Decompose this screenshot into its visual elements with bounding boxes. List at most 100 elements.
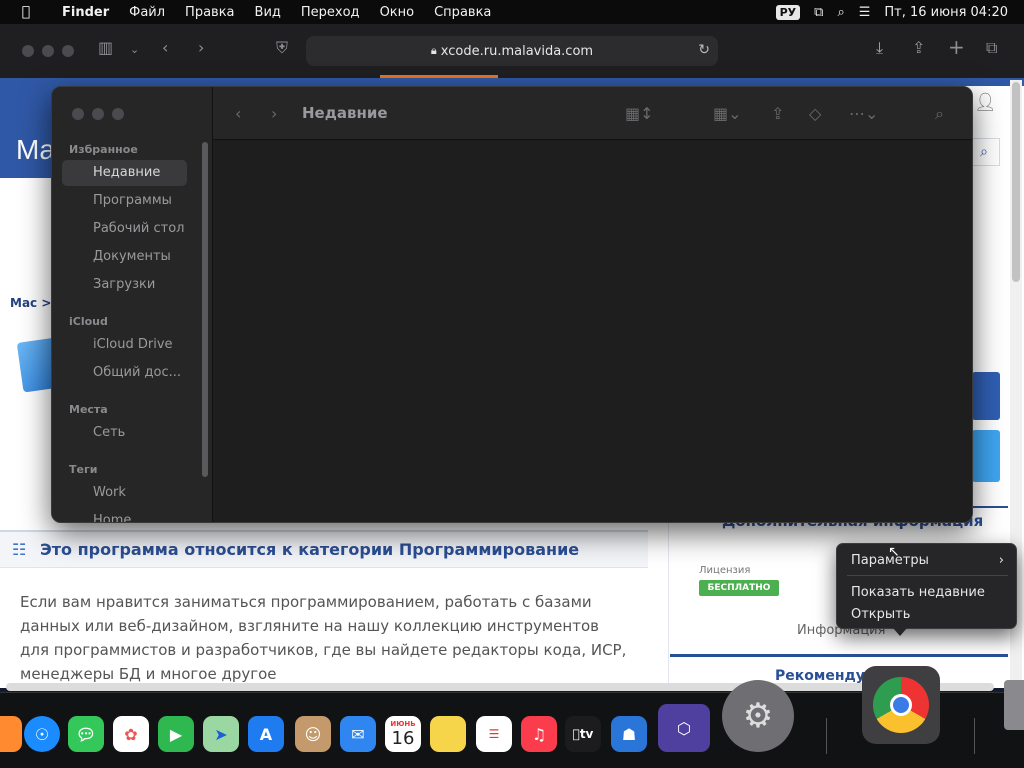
menu-separator	[847, 575, 1008, 576]
menu-bar-clock[interactable]: Пт, 16 июня 04:20	[884, 5, 1008, 20]
share-icon[interactable]: ⇪	[912, 38, 925, 57]
dock-context-menu: Параметры › Показать недавние Открыть	[836, 543, 1017, 636]
downloads-icon[interactable]: ⤓	[876, 38, 883, 58]
reload-icon[interactable]: ↻	[698, 42, 710, 58]
spotlight-search-icon[interactable]: ⌕	[837, 5, 844, 20]
dock-music-icon[interactable]: ♫	[521, 716, 557, 752]
scrollbar-thumb[interactable]	[1012, 82, 1020, 282]
menu-edit[interactable]: Правка	[175, 5, 244, 20]
sidebar-item-desktop[interactable]: Рабочий стол	[62, 216, 187, 242]
forward-icon[interactable]: ›	[198, 38, 204, 57]
sidebar-item-shared[interactable]: Общий дос...	[62, 360, 187, 386]
sidebar-item-downloads[interactable]: Загрузки	[62, 272, 187, 298]
menu-bar:  Finder Файл Правка Вид Переход Окно Сп…	[0, 0, 1024, 24]
close-window-icon[interactable]	[22, 45, 34, 57]
dock-launchpad-icon[interactable]	[0, 716, 22, 752]
privacy-shield-icon[interactable]: ⛨	[276, 38, 288, 58]
tab-overview-icon[interactable]: ⧉	[986, 38, 997, 58]
finder-content-area[interactable]	[213, 141, 972, 522]
dock-photos-icon[interactable]: ✿	[113, 716, 149, 752]
context-menu-open[interactable]: Открыть	[851, 607, 910, 622]
group-by-icon[interactable]: ▦⌄	[713, 104, 742, 123]
license-label: Лицензия	[699, 565, 751, 576]
chevron-right-icon: ›	[998, 553, 1004, 568]
finder-window-title: Недавние	[302, 104, 388, 122]
menu-help[interactable]: Справка	[424, 5, 501, 20]
close-window-icon[interactable]	[72, 108, 84, 120]
dock-facetime-icon[interactable]: ▶	[158, 716, 194, 752]
tv-label: tv	[576, 727, 594, 741]
forward-icon[interactable]: ›	[271, 104, 277, 123]
license-badge: БЕСПЛАТНО	[699, 580, 779, 596]
lock-icon: 🔒︎	[430, 44, 437, 57]
site-header-bar	[150, 78, 1024, 86]
minimize-window-icon[interactable]	[42, 45, 54, 57]
calendar-day: 16	[391, 727, 415, 749]
sidebar-toggle-icon[interactable]: ▥	[98, 38, 113, 57]
menu-pointer-tail	[893, 628, 907, 636]
dock-chrome-icon[interactable]	[862, 666, 940, 744]
back-icon[interactable]: ‹	[162, 38, 168, 57]
control-center-icon[interactable]: ☰	[859, 5, 871, 20]
page-horizontal-scrollbar[interactable]	[6, 683, 994, 691]
recommended-heading: Рекоменду	[775, 668, 865, 684]
sidebar-item-documents[interactable]: Документы	[62, 244, 187, 270]
dock-notes-icon[interactable]	[430, 716, 466, 752]
site-logo[interactable]: Ma	[16, 134, 55, 166]
menu-view[interactable]: Вид	[245, 5, 291, 20]
section-divider	[670, 654, 1008, 657]
finder-window-controls	[72, 108, 132, 120]
category-description: Если вам нравится заниматься программиро…	[20, 593, 627, 683]
finder-toolbar: ‹ › Недавние ▦↕ ▦⌄ ⇪ ◇ ⋯⌄ ⌕	[213, 87, 972, 140]
minimize-window-icon[interactable]	[92, 108, 104, 120]
sidebar-item-recents[interactable]: Недавние	[62, 160, 187, 186]
screen-mirroring-icon[interactable]: ⧉	[814, 5, 823, 20]
menu-file[interactable]: Файл	[119, 5, 175, 20]
menu-window[interactable]: Окно	[370, 5, 425, 20]
category-icon: ☷	[12, 540, 27, 559]
user-avatar-icon[interactable]: 👤︎	[974, 92, 997, 113]
search-icon[interactable]: ⌕	[935, 104, 944, 124]
dock-trash-icon[interactable]	[1004, 680, 1024, 730]
dock-mail-icon[interactable]: ✉	[340, 716, 376, 752]
new-tab-icon[interactable]: +	[948, 35, 965, 59]
category-banner: ☷ Это программа относится к категории Пр…	[0, 530, 648, 568]
sidebar-item-network[interactable]: Сеть	[62, 420, 187, 446]
tag-icon[interactable]: ◇	[809, 104, 821, 123]
safari-toolbar: ▥ ⌄ ‹ › ⛨ 🔒︎ xcode.ru.malavida.com ↻ ⤓ ⇪…	[0, 24, 1024, 78]
dock-messages-icon[interactable]: 💬︎	[68, 716, 104, 752]
sidebar-item-tag-work[interactable]: Work	[62, 480, 187, 506]
menu-finder[interactable]: Finder	[52, 5, 119, 20]
chevron-down-icon[interactable]: ⌄	[130, 43, 139, 56]
keyboard-layout-indicator[interactable]: РУ	[775, 4, 801, 20]
context-menu-show-recents[interactable]: Показать недавние	[851, 585, 985, 600]
category-title[interactable]: Это программа относится к категории Прог…	[40, 540, 579, 559]
dock-separator	[974, 718, 975, 754]
back-icon[interactable]: ‹	[235, 104, 241, 123]
safari-window-controls	[22, 45, 82, 57]
zoom-window-icon[interactable]	[112, 108, 124, 120]
dock-safari-icon[interactable]: ☉	[24, 716, 60, 752]
more-actions-icon[interactable]: ⋯⌄	[849, 104, 878, 123]
dock-keynote-icon[interactable]: ☗	[611, 716, 647, 752]
dock-app-store-icon[interactable]: A	[248, 716, 284, 752]
address-bar[interactable]: 🔒︎ xcode.ru.malavida.com ↻	[306, 36, 718, 66]
finder-sidebar: Избранное Недавние Программы Рабочий сто…	[52, 87, 213, 522]
menu-go[interactable]: Переход	[291, 5, 370, 20]
apple-menu-icon[interactable]: 	[0, 4, 52, 20]
breadcrumb[interactable]: Mac >	[10, 296, 51, 310]
dock-maps-icon[interactable]: ➤	[203, 716, 239, 752]
dock-contacts-icon[interactable]: ☺	[295, 716, 331, 752]
dock-reminders-icon[interactable]: ☰	[476, 716, 512, 752]
view-mode-icon[interactable]: ▦↕	[625, 104, 654, 123]
sidebar-scrollbar[interactable]	[202, 142, 208, 477]
sidebar-item-icloud-drive[interactable]: iCloud Drive	[62, 332, 187, 358]
share-icon[interactable]: ⇪	[771, 104, 784, 123]
sidebar-item-tag-home[interactable]: Home	[62, 508, 187, 522]
sidebar-item-applications[interactable]: Программы	[62, 188, 187, 214]
zoom-window-icon[interactable]	[62, 45, 74, 57]
dock-tv-icon[interactable]: tv	[565, 716, 601, 752]
dock-system-settings-icon[interactable]: ⚙	[722, 680, 794, 752]
dock-calendar-icon[interactable]: ИЮНЬ 16	[385, 716, 421, 752]
dock-xcode-installer-icon[interactable]: ⬡	[658, 704, 710, 752]
